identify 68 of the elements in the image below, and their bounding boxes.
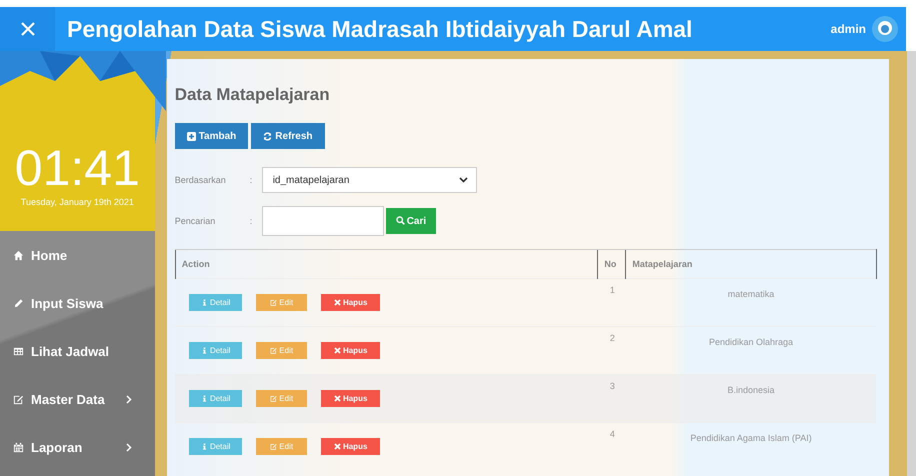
edit-icon [13,394,24,404]
edit-icon [270,443,278,450]
column-header: No [598,250,626,278]
edit-button[interactable]: Edit [256,294,308,311]
detail-button[interactable]: Detail [189,390,242,407]
add-button[interactable]: Tambah [174,123,248,149]
edit-icon [270,347,278,354]
detail-button[interactable]: Detail [189,438,242,455]
cross-icon [334,347,341,354]
table-cell: 4 [598,422,626,470]
table-cell: B.indonesia [626,374,876,422]
column-header: Matapelajaran [626,250,876,278]
separator: : [250,216,254,226]
sidebar-item[interactable]: Master Data [0,375,155,423]
app-title: Pengolahan Data Siswa Madrasah Ibtidaiyyah Darul Amal [67,16,694,42]
table-cell: matematika [626,278,876,326]
table-cell: 3 [598,374,626,422]
table-cell: Pendidikan Olahraga [626,326,876,374]
search-icon [396,216,405,224]
info-icon [200,443,208,450]
delete-button[interactable]: Hapus [321,438,380,455]
sidebar-item[interactable]: Input Siswa [0,279,155,327]
delete-button[interactable]: Hapus [321,294,380,311]
pencil-icon [13,298,24,308]
edit-icon [270,395,278,402]
edit-icon [270,299,278,306]
chevron-down-icon [458,177,468,183]
table-cell: 1 [598,278,626,326]
sidebar-item[interactable]: Lihat Jadwal [0,327,155,375]
table-cell: 2 [598,326,626,374]
calendar-icon [13,442,24,452]
info-icon [200,347,208,354]
cross-icon [334,395,341,402]
clock-time: 01:41 [14,143,140,193]
chevron-right-icon [126,442,132,452]
chevron-right-icon [126,394,132,404]
info-icon [200,395,208,402]
table-cell: Pendidikan Agama Islam (PAI) [626,422,876,470]
edit-button[interactable]: Edit [256,438,308,455]
sidebar-item[interactable]: Home [0,231,155,279]
table-icon [13,346,24,356]
refresh-icon [263,132,272,140]
detail-button[interactable]: Detail [189,294,242,311]
close-button[interactable] [0,7,55,51]
username[interactable]: admin [830,22,866,36]
home-icon [13,250,24,260]
search-field[interactable] [262,206,384,236]
info-icon [200,299,208,306]
clock-date: Tuesday, January 19th 2021 [20,197,134,207]
page-title: Data Matapelajaran [174,85,331,105]
refresh-button[interactable]: Refresh [251,123,325,149]
separator: : [250,175,254,185]
cross-icon [334,443,341,450]
column-header: Action [175,250,598,278]
avatar-icon[interactable] [872,16,898,42]
search-button[interactable]: Cari [386,208,436,234]
search-label: Pencarian [174,216,216,226]
sidebar-item[interactable]: Laporan [0,423,155,471]
delete-button[interactable]: Hapus [321,342,380,359]
filter-dropdown[interactable]: id_matapelajaran [262,167,477,193]
detail-button[interactable]: Detail [189,342,242,359]
close-icon [20,21,36,37]
edit-button[interactable]: Edit [256,342,308,359]
delete-button[interactable]: Hapus [321,390,380,407]
edit-button[interactable]: Edit [256,390,308,407]
cross-icon [334,299,341,306]
filter-label: Berdasarkan [174,175,227,185]
plus-icon [186,132,196,140]
